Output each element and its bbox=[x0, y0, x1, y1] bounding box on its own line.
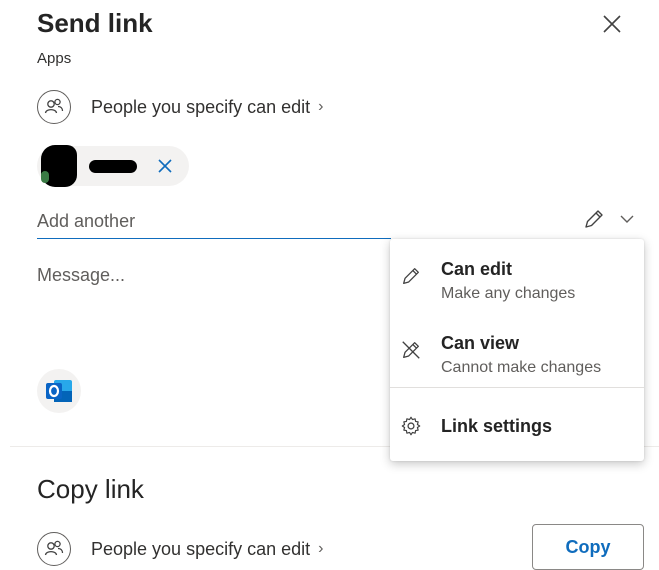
copy-permission-settings-link[interactable]: People you specify can edit › bbox=[37, 532, 323, 566]
people-icon bbox=[37, 532, 71, 566]
chevron-right-icon: › bbox=[318, 540, 324, 557]
permission-settings-link[interactable]: People you specify can edit › bbox=[37, 90, 323, 124]
menu-item-title: Link settings bbox=[441, 416, 553, 436]
menu-item-can-view[interactable]: Can view Cannot make changes bbox=[390, 313, 644, 387]
permission-dropdown-menu: Can edit Make any changes Can view Canno… bbox=[390, 239, 644, 461]
chevron-down-icon bbox=[620, 215, 634, 223]
message-field[interactable] bbox=[37, 265, 377, 345]
menu-item-subtitle: Make any changes bbox=[441, 285, 576, 302]
no-edit-icon bbox=[402, 341, 420, 359]
copy-link-title: Copy link bbox=[37, 474, 144, 504]
recipient-avatar bbox=[41, 145, 77, 187]
pencil-icon bbox=[585, 210, 603, 228]
menu-item-title: Can edit bbox=[441, 259, 513, 279]
menu-item-link-settings[interactable]: Link settings bbox=[390, 388, 644, 461]
recipient-name-redacted bbox=[89, 160, 137, 173]
permission-dropdown-button[interactable] bbox=[582, 206, 638, 232]
outlook-share-button[interactable] bbox=[37, 369, 81, 413]
gear-icon bbox=[401, 416, 421, 436]
menu-item-title: Can view bbox=[441, 333, 520, 353]
close-icon[interactable] bbox=[600, 12, 624, 36]
copy-permission-label: People you specify can edit bbox=[91, 538, 311, 559]
outlook-icon bbox=[46, 380, 72, 402]
remove-recipient-icon[interactable] bbox=[155, 156, 175, 176]
menu-item-can-edit[interactable]: Can edit Make any changes bbox=[390, 239, 644, 313]
dialog-title: Send link bbox=[37, 8, 153, 38]
add-another-input[interactable] bbox=[37, 204, 391, 239]
menu-item-subtitle: Cannot make changes bbox=[441, 359, 602, 376]
people-icon bbox=[37, 90, 71, 124]
permission-label: People you specify can edit bbox=[91, 96, 311, 117]
recipient-chip[interactable] bbox=[37, 145, 189, 187]
dialog-subtitle: Apps bbox=[37, 50, 72, 67]
copy-button[interactable]: Copy bbox=[532, 524, 644, 570]
chevron-right-icon: › bbox=[318, 98, 324, 115]
pencil-icon bbox=[403, 268, 419, 284]
avatar-tint bbox=[41, 171, 49, 183]
